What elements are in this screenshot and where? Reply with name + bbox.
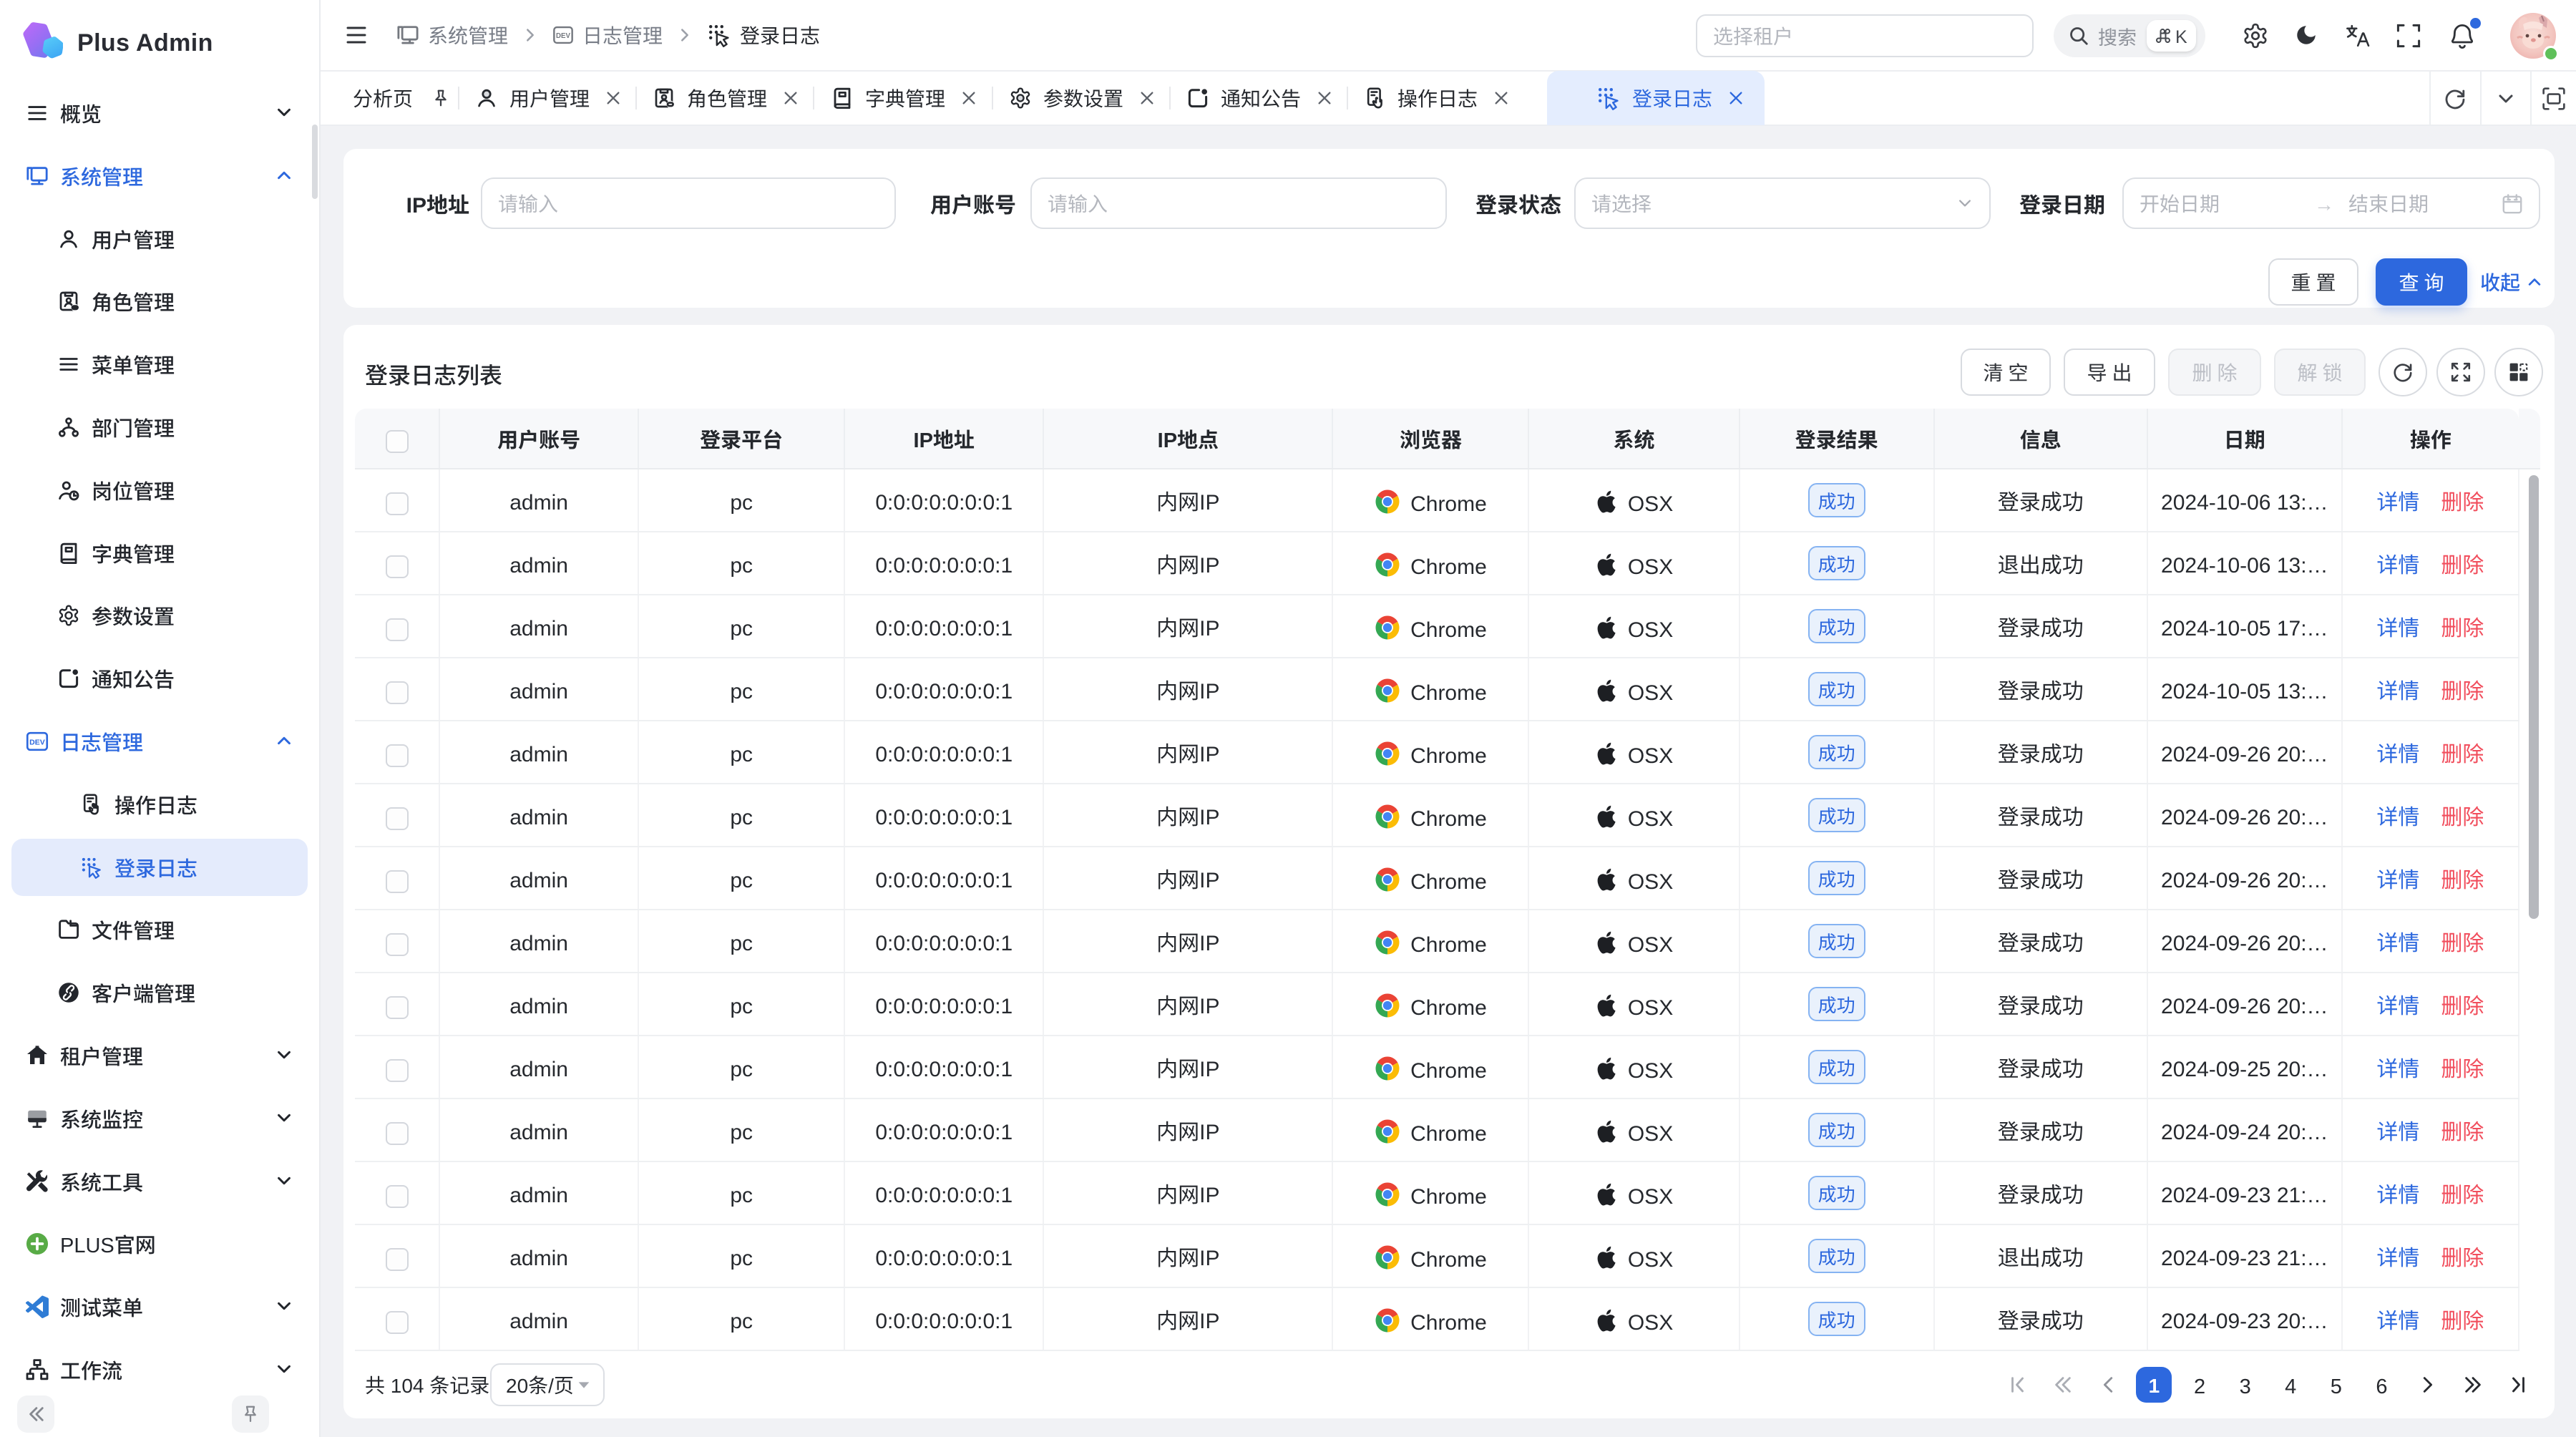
svg-text:DEV: DEV: [29, 738, 45, 746]
